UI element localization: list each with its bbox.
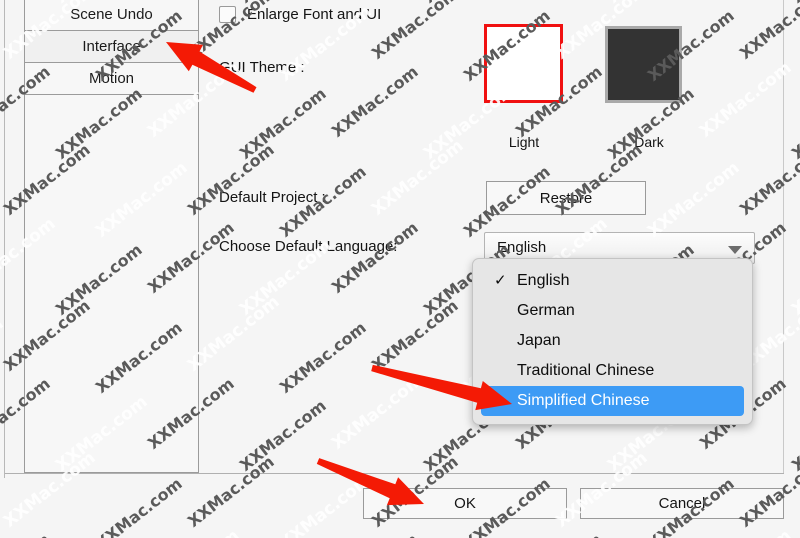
dropdown-item-japan[interactable]: Japan — [481, 326, 744, 356]
ok-button-label: OK — [454, 495, 476, 512]
watermark-text: XXMac.com — [0, 6, 2, 85]
watermark-text: XXMac.com — [788, 395, 800, 475]
watermark-text: XXMac.com — [788, 83, 800, 163]
watermark-text: XXMac.com — [788, 0, 800, 7]
dropdown-item-label: Simplified Chinese — [517, 392, 650, 409]
sidebar-item-interface[interactable]: Interface — [25, 31, 198, 63]
dropdown-item-german[interactable]: German — [481, 296, 744, 326]
dropdown-item-label: German — [517, 302, 575, 319]
watermark-text: XXMac.com — [144, 526, 243, 538]
sidebar-item-label: Motion — [88, 70, 135, 87]
language-dropdown-menu[interactable]: ✓ English German Japan Traditional Chine… — [472, 258, 753, 425]
dropdown-item-english[interactable]: ✓ English — [481, 266, 744, 296]
gui-theme-label: GUI Theme : — [219, 59, 305, 76]
sidebar-item-motion[interactable]: Motion — [25, 63, 198, 95]
default-project-label: Default Project : — [219, 189, 326, 206]
watermark-text: XXMac.com — [512, 530, 606, 538]
window-left-edge — [4, 0, 5, 478]
dropdown-item-label: Traditional Chinese — [517, 362, 655, 379]
dropdown-item-simplified-chinese[interactable]: Simplified Chinese — [481, 386, 744, 416]
watermark-text: XXMac.com — [788, 235, 800, 320]
settings-category-list[interactable]: Scene Undo Interface Motion — [24, 0, 199, 473]
enlarge-font-checkbox[interactable] — [219, 6, 236, 23]
enlarge-font-label: Enlarge Font and UI — [247, 6, 382, 23]
enlarge-font-row[interactable]: Enlarge Font and UI — [219, 6, 381, 23]
dropdown-item-label: Japan — [517, 332, 561, 349]
watermark-text: XXMac.com — [328, 530, 422, 538]
cancel-button-label: Cancel — [658, 495, 706, 512]
theme-swatch-light[interactable] — [484, 24, 563, 103]
dropdown-item-label: English — [517, 272, 570, 289]
theme-label-light: Light — [508, 134, 540, 150]
choose-default-language-label: Choose Default Language: — [219, 238, 398, 255]
language-combobox-value: English — [497, 239, 547, 256]
settings-dialog: Scene Undo Interface Motion Enlarge Font… — [0, 0, 800, 538]
footer-separator — [5, 473, 784, 474]
checkmark-icon: ✓ — [494, 272, 507, 289]
watermark-text: XXMac.com — [0, 474, 2, 538]
dropdown-item-traditional-chinese[interactable]: Traditional Chinese — [481, 356, 744, 386]
sidebar-item-label: Scene Undo — [70, 6, 153, 23]
restore-button-label: Restore — [539, 189, 593, 207]
watermark-text: XXMac.com — [276, 469, 376, 538]
chevron-down-icon — [728, 246, 742, 254]
watermark-text: XXMac.com — [696, 526, 795, 538]
sidebar-item-label: Interface — [82, 38, 141, 55]
sidebar-item-scene-undo[interactable]: Scene Undo — [25, 0, 198, 31]
watermark-text: XXMac.com — [92, 473, 186, 538]
cancel-button[interactable]: Cancel — [580, 488, 784, 519]
sidebar-empty-area — [25, 95, 198, 195]
ok-button[interactable]: OK — [363, 488, 567, 519]
watermark-text: XXMac.com — [0, 162, 2, 241]
theme-label-dark: Dark — [634, 134, 664, 150]
theme-swatch-dark[interactable] — [605, 26, 682, 103]
watermark-text: XXMac.com — [0, 530, 54, 538]
restore-button[interactable]: Restore — [486, 181, 646, 215]
